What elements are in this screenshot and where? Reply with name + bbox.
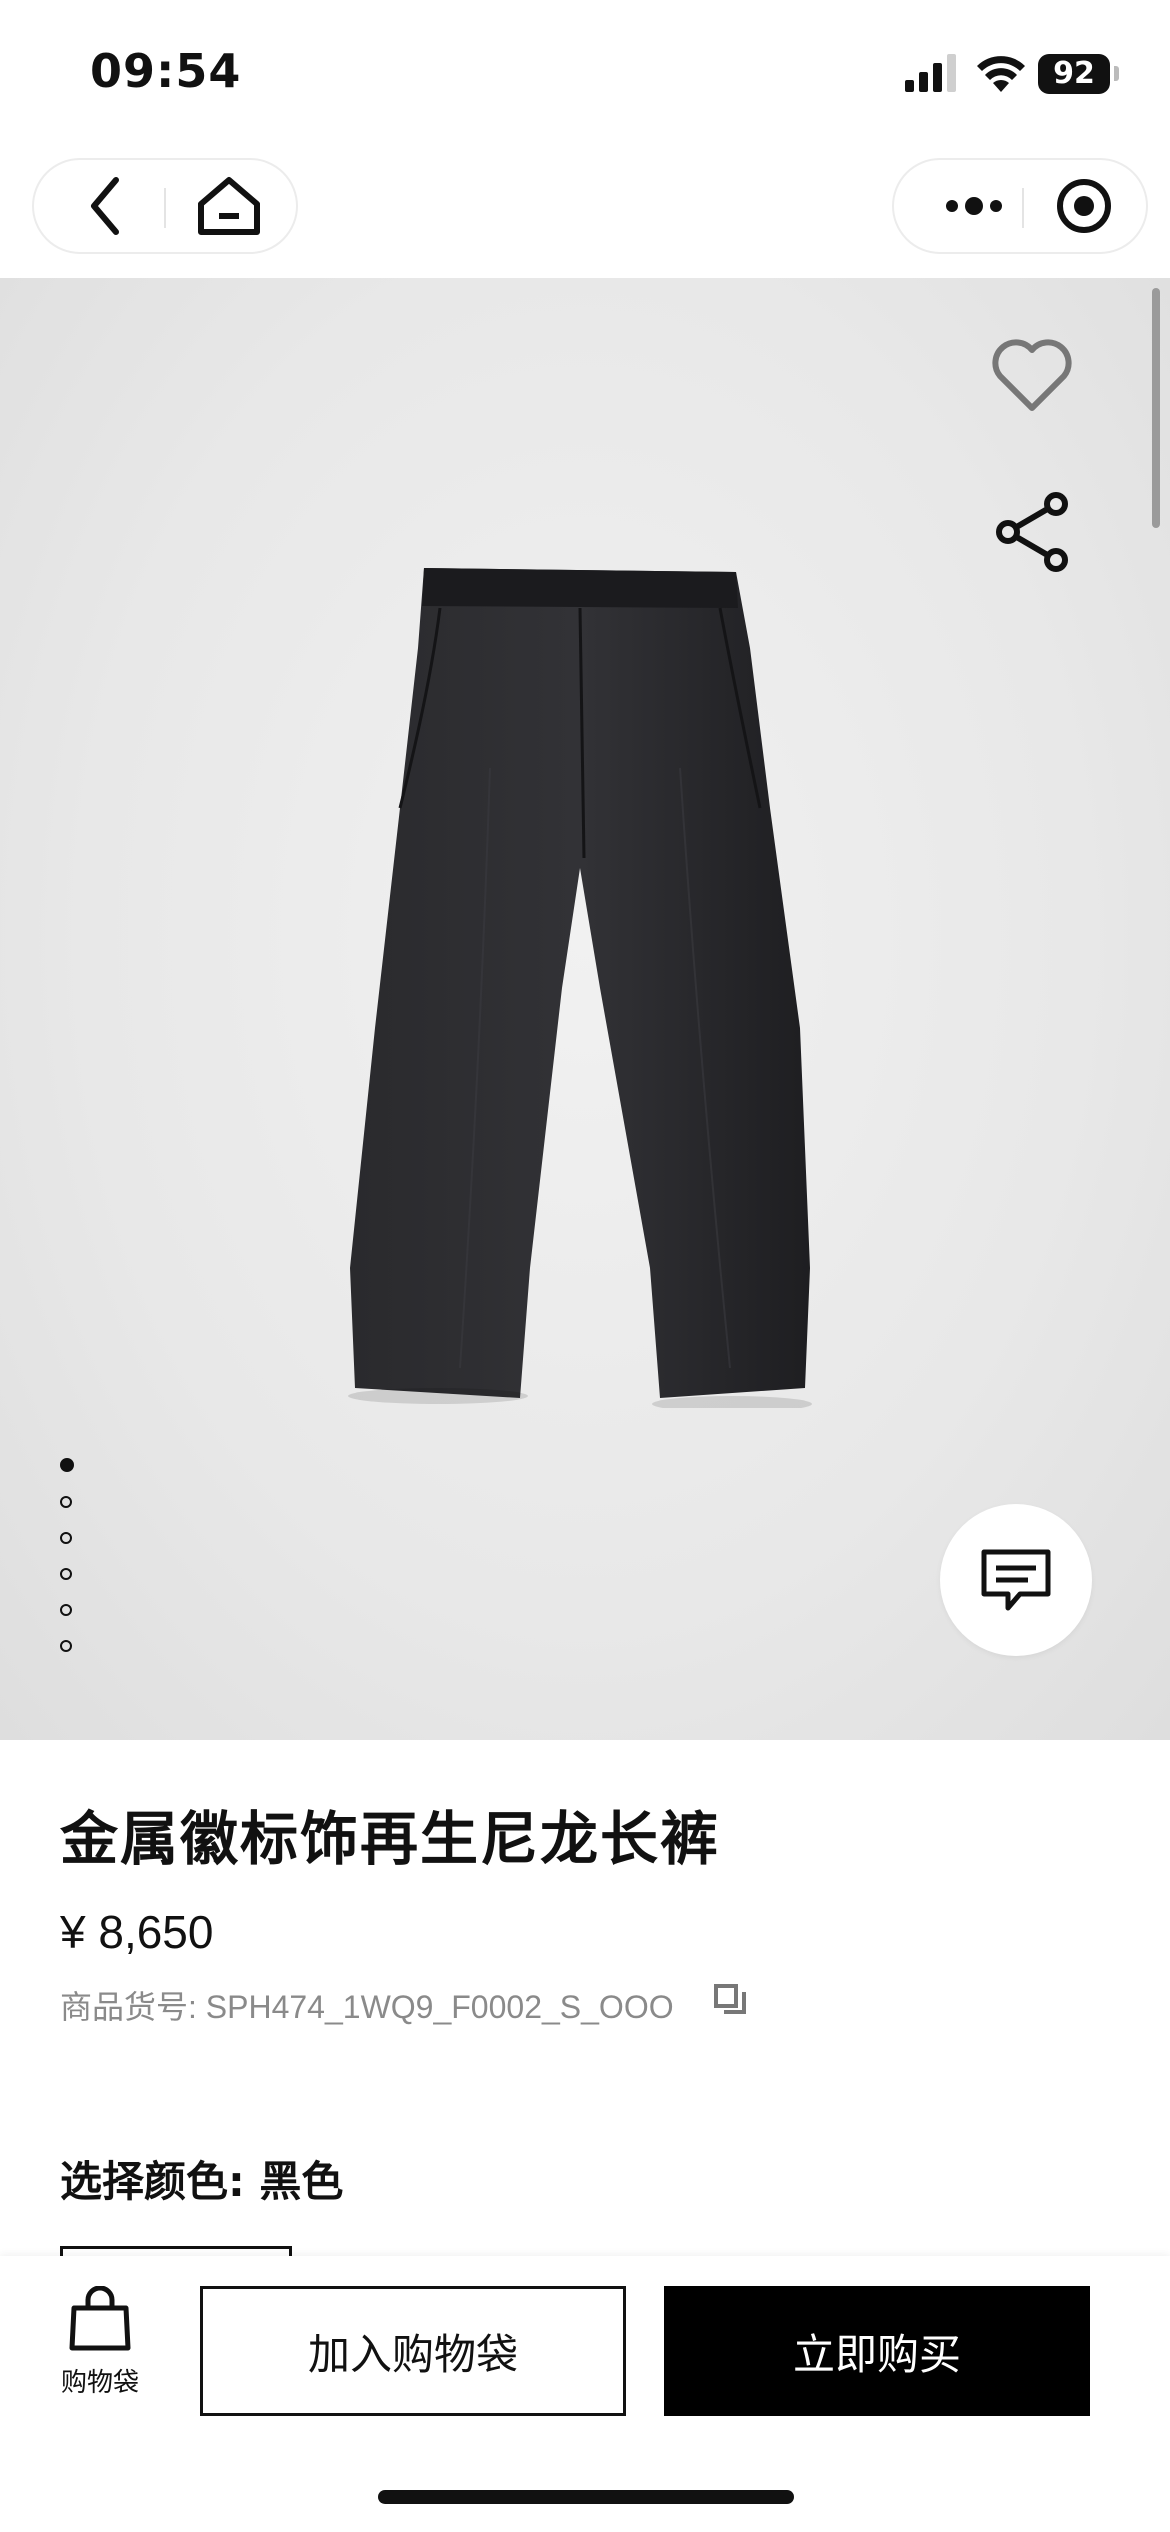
- home-icon: [198, 177, 260, 235]
- share-icon: [996, 492, 1068, 572]
- chevron-left-icon: [91, 177, 119, 235]
- gallery-dot-active[interactable]: [60, 1458, 74, 1472]
- copy-icon: [714, 1984, 746, 2014]
- home-button[interactable]: [194, 174, 264, 238]
- nav-capsule-right: [892, 158, 1148, 254]
- cellular-signal-icon: [905, 54, 956, 92]
- product-image[interactable]: [340, 568, 820, 1408]
- battery-level: 92: [1053, 56, 1095, 91]
- gallery-dot[interactable]: [60, 1640, 72, 1652]
- shopping-bag-label: 购物袋: [60, 2368, 139, 2398]
- color-swatch[interactable]: [60, 2246, 292, 2256]
- buy-now-button[interactable]: 立即购买: [664, 2286, 1090, 2416]
- share-button[interactable]: [990, 490, 1074, 578]
- gallery-dot[interactable]: [60, 1496, 72, 1508]
- nav-capsule-left: [32, 158, 298, 254]
- nav-divider: [164, 188, 166, 228]
- nav-divider: [1022, 188, 1024, 228]
- gallery-dot[interactable]: [60, 1532, 72, 1544]
- product-price: ¥ 8,650: [60, 1906, 214, 1958]
- favorite-button[interactable]: [990, 338, 1074, 418]
- wifi-icon: [977, 56, 1025, 92]
- product-title: 金属徽标饰再生尼龙长裤: [60, 1805, 721, 1873]
- status-time: 09:54: [90, 44, 242, 98]
- more-button[interactable]: [924, 174, 1024, 238]
- battery-indicator: 92: [1038, 54, 1110, 94]
- add-to-bag-label: 加入购物袋: [307, 2329, 518, 2379]
- home-indicator[interactable]: [378, 2490, 794, 2504]
- gallery-dot[interactable]: [60, 1604, 72, 1616]
- product-gallery[interactable]: [0, 278, 1170, 1740]
- color-selection-label: 选择颜色: 黑色: [60, 2157, 344, 2206]
- record-target-icon: [1057, 179, 1111, 233]
- add-to-bag-button[interactable]: 加入购物袋: [200, 2286, 626, 2416]
- product-sku: 商品货号: SPH474_1WQ9_F0002_S_OOO: [60, 1989, 674, 2025]
- shopping-bag-icon: [69, 2285, 131, 2351]
- buy-now-label: 立即购买: [792, 2329, 961, 2379]
- customer-service-button[interactable]: [940, 1504, 1092, 1656]
- status-bar: 09:54 92: [0, 0, 1170, 150]
- more-dots-icon: [946, 197, 1002, 215]
- page-scroll-indicator: [1152, 288, 1160, 528]
- heart-icon: [992, 339, 1072, 411]
- copy-sku-button[interactable]: [714, 1984, 748, 2022]
- back-button[interactable]: [74, 174, 138, 238]
- shopping-bag-tab[interactable]: 购物袋: [50, 2285, 150, 2399]
- chat-icon: [981, 1549, 1051, 1611]
- battery-tip: [1114, 66, 1119, 81]
- gallery-pagination: [60, 1458, 76, 1676]
- gallery-dot[interactable]: [60, 1568, 72, 1580]
- close-miniprogram-button[interactable]: [1044, 174, 1124, 238]
